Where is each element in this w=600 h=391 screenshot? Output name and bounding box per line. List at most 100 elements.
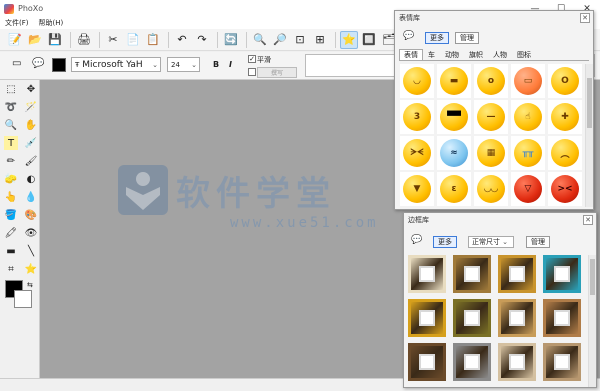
manage-button[interactable]: 管理 bbox=[455, 32, 479, 44]
emoticon-item[interactable]: ▀▀ bbox=[437, 100, 471, 134]
cut-icon[interactable]: ✂ bbox=[104, 31, 122, 49]
open-folder-icon[interactable]: 📂 bbox=[26, 31, 44, 49]
emoticon-item[interactable]: ▬ bbox=[437, 64, 471, 98]
frame-item[interactable] bbox=[453, 299, 491, 337]
star-icon[interactable]: ⭐ bbox=[340, 30, 358, 49]
line-icon[interactable]: ╲ bbox=[24, 244, 38, 258]
brush-icon[interactable]: 🖌 bbox=[24, 154, 38, 168]
frame-icon[interactable]: 🔲 bbox=[360, 31, 378, 49]
move-icon[interactable]: ✥ bbox=[24, 82, 38, 96]
more-button[interactable]: 更多 bbox=[433, 236, 457, 248]
frame-item[interactable] bbox=[543, 343, 581, 381]
compose-button[interactable]: 撰写 bbox=[257, 67, 297, 78]
swap-colors-icon[interactable]: ⇆ bbox=[27, 281, 33, 289]
menu-file[interactable]: 文件(F) bbox=[0, 18, 34, 28]
emoticon-item[interactable]: ☝ bbox=[511, 100, 545, 134]
lasso-icon[interactable]: ➰ bbox=[4, 100, 18, 114]
scrollbar-thumb[interactable] bbox=[587, 78, 592, 128]
option-checkbox[interactable] bbox=[248, 68, 256, 76]
emoticon-item[interactable]: — bbox=[474, 100, 508, 134]
tab-flags[interactable]: 旗帜 bbox=[464, 49, 488, 60]
paste-icon[interactable]: 📋 bbox=[144, 31, 162, 49]
frame-item[interactable] bbox=[498, 299, 536, 337]
zoom-in-icon[interactable]: 🔍 bbox=[251, 31, 269, 49]
tab-icons[interactable]: 图标 bbox=[512, 49, 536, 60]
text-color-swatch[interactable] bbox=[52, 58, 66, 72]
crop-icon[interactable]: ⌗ bbox=[4, 262, 18, 276]
manage-button[interactable]: 管理 bbox=[526, 236, 550, 248]
red-eye-icon[interactable]: 👁 bbox=[24, 226, 38, 240]
speech-bubble-icon[interactable]: 💬 bbox=[32, 58, 44, 69]
size-select[interactable]: 正常尺寸 ⌄ bbox=[468, 236, 514, 248]
text-style-icon[interactable]: ▭ bbox=[12, 58, 21, 69]
frame-item[interactable] bbox=[408, 299, 446, 337]
fill-icon[interactable]: 🪣 bbox=[4, 208, 18, 222]
text-tool-icon[interactable]: T bbox=[4, 136, 18, 150]
emoticon-item[interactable]: ✚ bbox=[548, 100, 582, 134]
emoticon-item[interactable]: ▭ bbox=[511, 64, 545, 98]
emoticon-item[interactable]: o bbox=[474, 64, 508, 98]
emoticon-item[interactable]: >< bbox=[548, 172, 582, 206]
frame-item[interactable] bbox=[408, 343, 446, 381]
rotate-icon[interactable]: 🔄 bbox=[222, 31, 240, 49]
emoticon-item[interactable]: ╥╥ bbox=[511, 136, 545, 170]
zoom-icon[interactable]: 🔍 bbox=[4, 118, 18, 132]
close-icon[interactable]: ✕ bbox=[580, 13, 590, 23]
menu-help[interactable]: 帮助(H) bbox=[34, 18, 69, 28]
font-size-select[interactable]: 24 ⌄ bbox=[167, 57, 200, 72]
actual-size-icon[interactable]: ⊡ bbox=[291, 31, 309, 49]
zoom-out-icon[interactable]: 🔎 bbox=[271, 31, 289, 49]
frame-item[interactable] bbox=[408, 255, 446, 293]
save-icon[interactable]: 💾 bbox=[46, 31, 64, 49]
tab-emotions[interactable]: 表情 bbox=[399, 49, 423, 60]
frame-item[interactable] bbox=[498, 343, 536, 381]
emoticon-item[interactable]: ◡◡ bbox=[474, 172, 508, 206]
copy-icon[interactable]: 📄 bbox=[124, 31, 142, 49]
tab-animals[interactable]: 动物 bbox=[440, 49, 464, 60]
rect-select-icon[interactable]: ⬚ bbox=[4, 82, 18, 96]
background-color[interactable] bbox=[14, 290, 32, 308]
italic-button[interactable]: I bbox=[229, 60, 232, 69]
color-replace-icon[interactable]: 🎨 bbox=[24, 208, 38, 222]
bold-button[interactable]: B bbox=[213, 60, 219, 69]
gradient-icon[interactable]: ▬ bbox=[4, 244, 18, 258]
stamp-icon[interactable]: 🖍 bbox=[4, 226, 18, 240]
frame-item[interactable] bbox=[498, 255, 536, 293]
smooth-checkbox[interactable]: ✓ bbox=[248, 55, 256, 63]
emoticon-item[interactable]: O bbox=[548, 64, 582, 98]
hand-icon[interactable]: ✋ bbox=[24, 118, 38, 132]
contrast-icon[interactable]: ◐ bbox=[24, 172, 38, 186]
redo-icon[interactable]: ↷ bbox=[193, 31, 211, 49]
emoticon-item[interactable]: ︵ bbox=[548, 136, 582, 170]
new-file-icon[interactable]: 📝 bbox=[6, 31, 24, 49]
tab-cars[interactable]: 车 bbox=[423, 49, 440, 60]
scrollbar-thumb[interactable] bbox=[590, 259, 595, 295]
frame-item[interactable] bbox=[543, 299, 581, 337]
font-family-select[interactable]: Ŧ Microsoft YaH ⌄ bbox=[71, 57, 161, 72]
emoticon-item[interactable]: ▼ bbox=[400, 172, 434, 206]
magic-wand-icon[interactable]: 🪄 bbox=[24, 100, 38, 114]
emoticon-item[interactable]: ≈ bbox=[437, 136, 471, 170]
frame-item[interactable] bbox=[453, 343, 491, 381]
emoticon-item[interactable]: ▦ bbox=[474, 136, 508, 170]
tab-people[interactable]: 人物 bbox=[488, 49, 512, 60]
frame-item[interactable] bbox=[543, 255, 581, 293]
pencil-icon[interactable]: ✏ bbox=[4, 154, 18, 168]
fit-window-icon[interactable]: ⊞ bbox=[311, 31, 329, 49]
emoticon-item[interactable]: ε bbox=[437, 172, 471, 206]
emoticon-item[interactable]: 3 bbox=[400, 100, 434, 134]
emoticon-item[interactable]: ◡ bbox=[400, 64, 434, 98]
emoticon-item[interactable]: ᗒᗕ bbox=[400, 136, 434, 170]
emoticon-scrollbar[interactable] bbox=[585, 64, 593, 207]
sharpen-icon[interactable]: 💧 bbox=[24, 190, 38, 204]
close-icon[interactable]: ✕ bbox=[583, 215, 593, 225]
eyedropper-icon[interactable]: 💉 bbox=[24, 136, 38, 150]
emoticon-item[interactable]: ▽ bbox=[511, 172, 545, 206]
frame-item[interactable] bbox=[453, 255, 491, 293]
frame-scrollbar[interactable] bbox=[588, 255, 596, 387]
eraser-icon[interactable]: 🧽 bbox=[4, 172, 18, 186]
print-icon[interactable]: 🖨 bbox=[75, 31, 93, 49]
smudge-icon[interactable]: 👆 bbox=[4, 190, 18, 204]
more-button[interactable]: 更多 bbox=[425, 32, 449, 44]
undo-icon[interactable]: ↶ bbox=[173, 31, 191, 49]
